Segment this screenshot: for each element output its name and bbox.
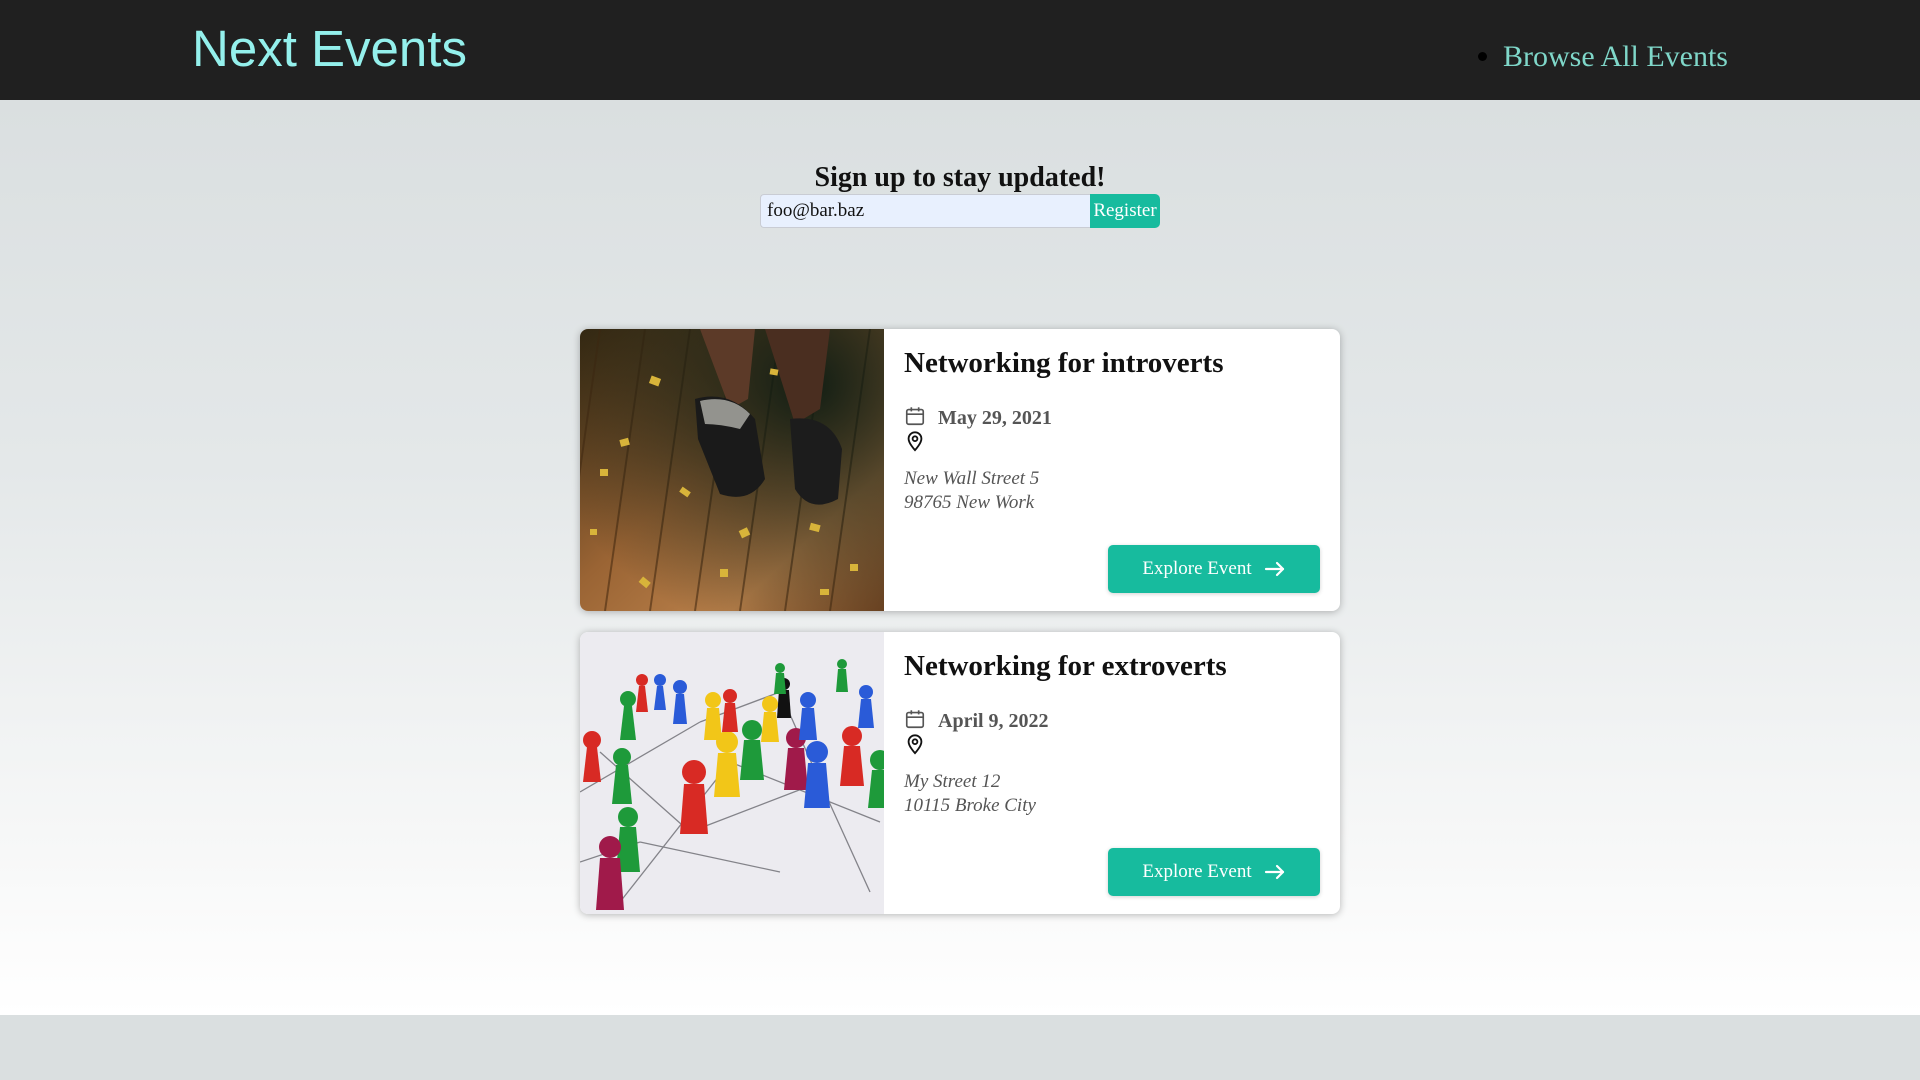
nav-item-browse-all-events: Browse All Events	[1503, 34, 1728, 80]
signup-title: Sign up to stay updated!	[814, 162, 1106, 193]
event-address: My Street 12 10115 Broke City	[904, 770, 1036, 818]
address-line-street: New Wall Street 5	[904, 468, 1040, 489]
event-title: Networking for extroverts	[904, 650, 1227, 682]
browse-all-events-link[interactable]: Browse All Events	[1503, 40, 1728, 73]
event-address: New Wall Street 5 98765 New Work	[904, 467, 1039, 515]
explore-event-label: Explore Event	[1142, 558, 1252, 579]
explore-event-button[interactable]: Explore Event	[1108, 545, 1320, 593]
location-pin-icon	[904, 732, 926, 760]
calendar-icon	[904, 405, 926, 431]
event-date: May 29, 2021	[904, 405, 1052, 431]
top-navigation-bar: Next Events Browse All Events	[0, 0, 1920, 100]
main-nav: Browse All Events	[1503, 34, 1728, 80]
page-footer	[0, 1015, 1920, 1080]
event-card: Networking for extroverts April 9, 2022 …	[580, 632, 1340, 914]
register-button[interactable]: Register	[1090, 194, 1160, 228]
arrow-right-icon	[1264, 561, 1286, 577]
event-date-text: May 29, 2021	[938, 406, 1052, 429]
event-image	[580, 632, 884, 914]
event-date-text: April 9, 2022	[938, 709, 1049, 732]
email-input[interactable]	[760, 194, 1090, 228]
address-line-city: 98765 New Work	[904, 492, 1035, 513]
signup-form: Register	[760, 194, 1160, 228]
event-details: Networking for extroverts April 9, 2022 …	[884, 632, 1340, 914]
event-date: April 9, 2022	[904, 708, 1049, 734]
calendar-icon	[904, 708, 926, 734]
address-line-city: 10115 Broke City	[904, 795, 1036, 816]
event-details: Networking for introverts May 29, 2021 N…	[884, 329, 1340, 611]
event-card: Networking for introverts May 29, 2021 N…	[580, 329, 1340, 611]
address-line-street: My Street 12	[904, 771, 1001, 792]
explore-event-label: Explore Event	[1142, 861, 1252, 882]
event-title: Networking for introverts	[904, 347, 1224, 379]
event-image	[580, 329, 884, 611]
location-pin-icon	[904, 429, 926, 457]
site-logo[interactable]: Next Events	[192, 18, 467, 80]
explore-event-button[interactable]: Explore Event	[1108, 848, 1320, 896]
arrow-right-icon	[1264, 864, 1286, 880]
